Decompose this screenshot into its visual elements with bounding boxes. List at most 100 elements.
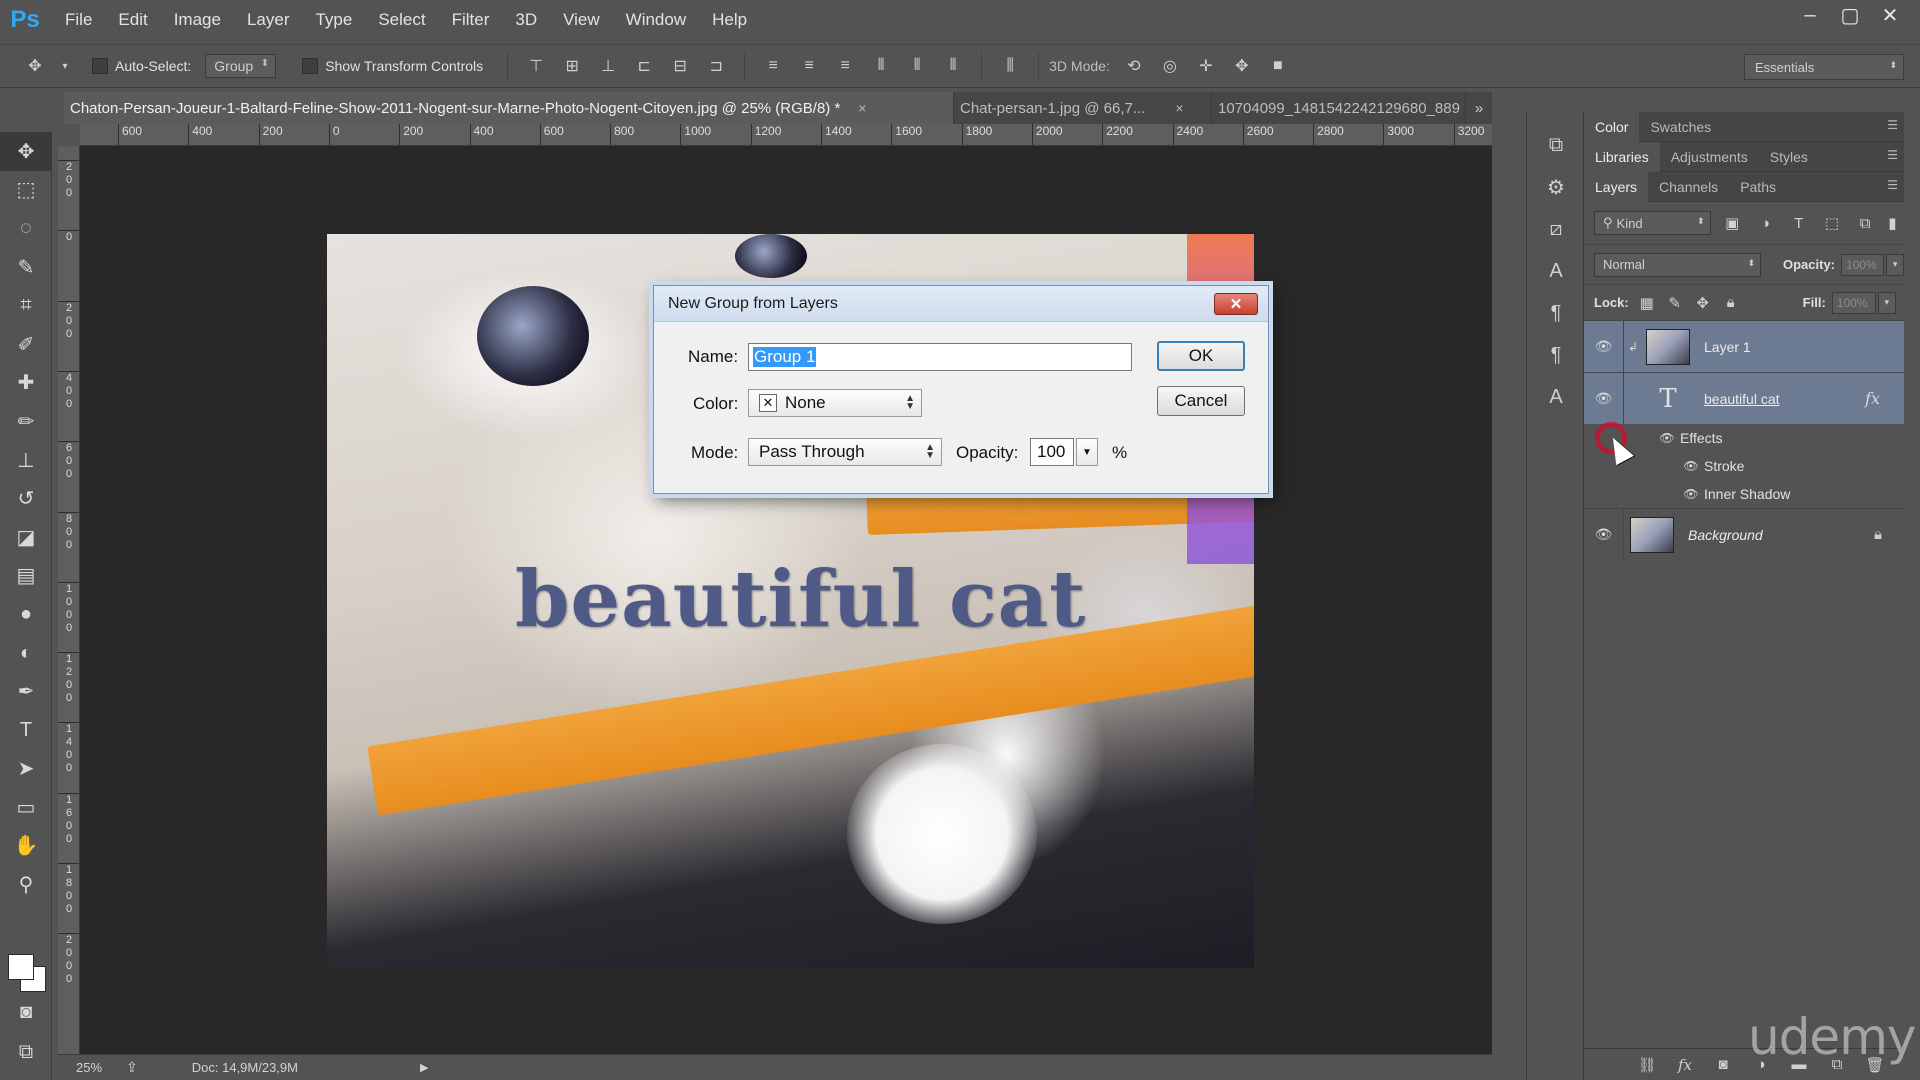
screen-mode-icon[interactable]: ⧉ — [0, 1033, 52, 1072]
workspace-select[interactable]: Essentials ⬍ — [1744, 54, 1904, 80]
foreground-color-swatch[interactable] — [8, 954, 34, 980]
align-vcenter-icon[interactable]: ⊞ — [559, 53, 585, 79]
eyedropper-tool-icon[interactable]: ✐ — [0, 325, 52, 364]
lock-transparent-icon[interactable]: ▦ — [1633, 294, 1661, 312]
effects-row[interactable]: 👁︎ Effects — [1584, 424, 1904, 452]
lock-all-icon[interactable]: 🔒︎ — [1717, 294, 1745, 311]
tabs-overflow-icon[interactable]: » — [1466, 92, 1492, 124]
menu-file[interactable]: File — [52, 0, 105, 40]
lasso-tool-icon[interactable]: ◌ — [0, 209, 52, 248]
auto-select-target-select[interactable]: Group ⬍ — [205, 54, 277, 78]
visibility-eye-icon[interactable]: 👁︎ — [1584, 372, 1624, 425]
tab-styles[interactable]: Styles — [1759, 142, 1819, 172]
close-window-button[interactable]: ✕ — [1870, 0, 1910, 30]
visibility-eye-icon[interactable]: 👁︎ — [1584, 508, 1624, 561]
tab-adjustments[interactable]: Adjustments — [1660, 142, 1759, 172]
quick-select-tool-icon[interactable]: ✎ — [0, 248, 52, 287]
3d-roll-icon[interactable]: ◎ — [1157, 53, 1183, 79]
distribute-vcenter-icon[interactable]: ≡ — [796, 53, 822, 79]
eraser-tool-icon[interactable]: ◪ — [0, 518, 52, 557]
align-top-icon[interactable]: ⊤ — [523, 53, 549, 79]
menu-edit[interactable]: Edit — [105, 0, 160, 40]
doc-tab-active[interactable]: Chaton-Persan-Joueur-1-Baltard-Feline-Sh… — [64, 92, 954, 124]
kind-filter-select[interactable]: ⚲ Kind ⬍ — [1594, 211, 1711, 235]
brush-tool-icon[interactable]: ✏ — [0, 402, 52, 441]
add-mask-icon[interactable]: ◙ — [1704, 1056, 1742, 1073]
pen-tool-icon[interactable]: ✒ — [0, 672, 52, 711]
tool-preset-chevron-icon[interactable]: ▾ — [58, 53, 72, 79]
dialog-close-button[interactable]: ✕ — [1214, 293, 1258, 315]
3d-orbit-icon[interactable]: ⟲ — [1121, 53, 1147, 79]
align-right-icon[interactable]: ⊐ — [703, 53, 729, 79]
export-icon[interactable]: ⇪ — [126, 1059, 138, 1076]
menu-window[interactable]: Window — [613, 0, 699, 40]
doc-tab[interactable]: Chat-persan-1.jpg @ 66,7... × — [954, 92, 1212, 124]
fx-icon[interactable]: fx — [1865, 389, 1880, 408]
menu-layer[interactable]: Layer — [234, 0, 303, 40]
tab-swatches[interactable]: Swatches — [1639, 112, 1722, 142]
3d-scale-icon[interactable]: ■ — [1265, 53, 1291, 79]
add-style-icon[interactable]: fx — [1666, 1056, 1704, 1074]
type-tool-icon[interactable]: T — [0, 711, 52, 750]
3d-pan-icon[interactable]: ✛ — [1193, 53, 1219, 79]
link-layers-icon[interactable]: ⛓ — [1628, 1056, 1666, 1074]
character-icon[interactable]: A — [1527, 250, 1585, 292]
align-bottom-icon[interactable]: ⊥ — [595, 53, 621, 79]
gradient-tool-icon[interactable]: ▤ — [0, 557, 52, 596]
visibility-eye-icon[interactable]: 👁︎ — [1584, 320, 1624, 373]
path-selection-tool-icon[interactable]: ➤ — [0, 750, 52, 789]
pixel-filter-icon[interactable]: ▣ — [1721, 211, 1744, 235]
layer-row-background[interactable]: 👁︎ Background 🔒︎ — [1584, 508, 1904, 561]
menu-filter[interactable]: Filter — [439, 0, 503, 40]
chevron-down-icon[interactable]: ▼ — [1076, 438, 1098, 466]
effect-inner-shadow-row[interactable]: 👁︎ Inner Shadow — [1584, 480, 1904, 508]
history-brush-tool-icon[interactable]: ↺ — [0, 479, 52, 518]
distribute-hcenter-icon[interactable]: ⫴ — [904, 53, 930, 79]
opacity-input[interactable]: 100 — [1030, 438, 1074, 466]
menu-help[interactable]: Help — [699, 0, 760, 40]
tab-color[interactable]: Color — [1584, 111, 1640, 142]
restore-button[interactable]: ▢ — [1830, 0, 1870, 30]
paragraph-icon[interactable]: ¶ — [1527, 292, 1585, 334]
align-left-icon[interactable]: ⊏ — [631, 53, 657, 79]
tab-layers[interactable]: Layers — [1584, 171, 1649, 202]
type-filter-icon[interactable]: T — [1787, 211, 1810, 235]
zoom-tool-icon[interactable]: ⚲ — [0, 865, 52, 904]
distribute-right-icon[interactable]: ⫴ — [940, 53, 966, 79]
distribute-left-icon[interactable]: ⫴ — [868, 53, 894, 79]
blur-tool-icon[interactable]: ● — [0, 595, 52, 634]
visibility-eye-icon[interactable]: 👁︎ — [1678, 487, 1704, 501]
canvas-text-layer[interactable]: beautiful cat — [515, 554, 1086, 645]
distribute-bottom-icon[interactable]: ≡ — [832, 53, 858, 79]
smart-object-filter-icon[interactable]: ⧉ — [1854, 211, 1877, 235]
character-styles-icon[interactable]: A — [1527, 376, 1585, 418]
canvas-area[interactable]: beautiful cat — [80, 146, 1492, 1054]
distribute-top-icon[interactable]: ≡ — [760, 53, 786, 79]
rectangle-tool-icon[interactable]: ▭ — [0, 788, 52, 827]
adjustment-filter-icon[interactable]: ◑ — [1754, 211, 1777, 235]
auto-select-checkbox[interactable] — [92, 58, 108, 74]
blend-mode-select[interactable]: Normal ⬍ — [1594, 252, 1761, 277]
healing-brush-tool-icon[interactable]: ✚ — [0, 364, 52, 403]
menu-3d[interactable]: 3D — [502, 0, 550, 40]
properties-icon[interactable]: ⚙ — [1527, 166, 1585, 208]
tab-channels[interactable]: Channels — [1648, 172, 1729, 202]
crop-tool-icon[interactable]: ⌗ — [0, 286, 52, 325]
move-tool-icon[interactable]: ✥ — [22, 53, 48, 79]
quick-mask-icon[interactable]: ◙ — [0, 993, 52, 1032]
zoom-level[interactable]: 25% — [76, 1060, 102, 1075]
tab-libraries[interactable]: Libraries — [1584, 141, 1660, 172]
visibility-eye-icon[interactable]: 👁︎ — [1654, 431, 1680, 445]
hand-tool-icon[interactable]: ✋ — [0, 827, 52, 866]
panel-menu-icon[interactable]: ☰ — [1887, 148, 1898, 162]
shape-filter-icon[interactable]: ⬚ — [1820, 211, 1843, 235]
3d-slide-icon[interactable]: ✥ — [1229, 53, 1255, 79]
align-hcenter-icon[interactable]: ⊟ — [667, 53, 693, 79]
menu-image[interactable]: Image — [161, 0, 234, 40]
dodge-tool-icon[interactable]: ◐ — [0, 634, 52, 673]
lock-pixels-icon[interactable]: ✎ — [1661, 294, 1689, 312]
close-icon[interactable]: × — [858, 100, 866, 116]
opacity-input[interactable]: 100% — [1841, 253, 1885, 276]
history-icon[interactable]: ⧉ — [1527, 124, 1585, 166]
doc-tab[interactable]: 10704099_1481542242129680_889 — [1212, 92, 1466, 124]
